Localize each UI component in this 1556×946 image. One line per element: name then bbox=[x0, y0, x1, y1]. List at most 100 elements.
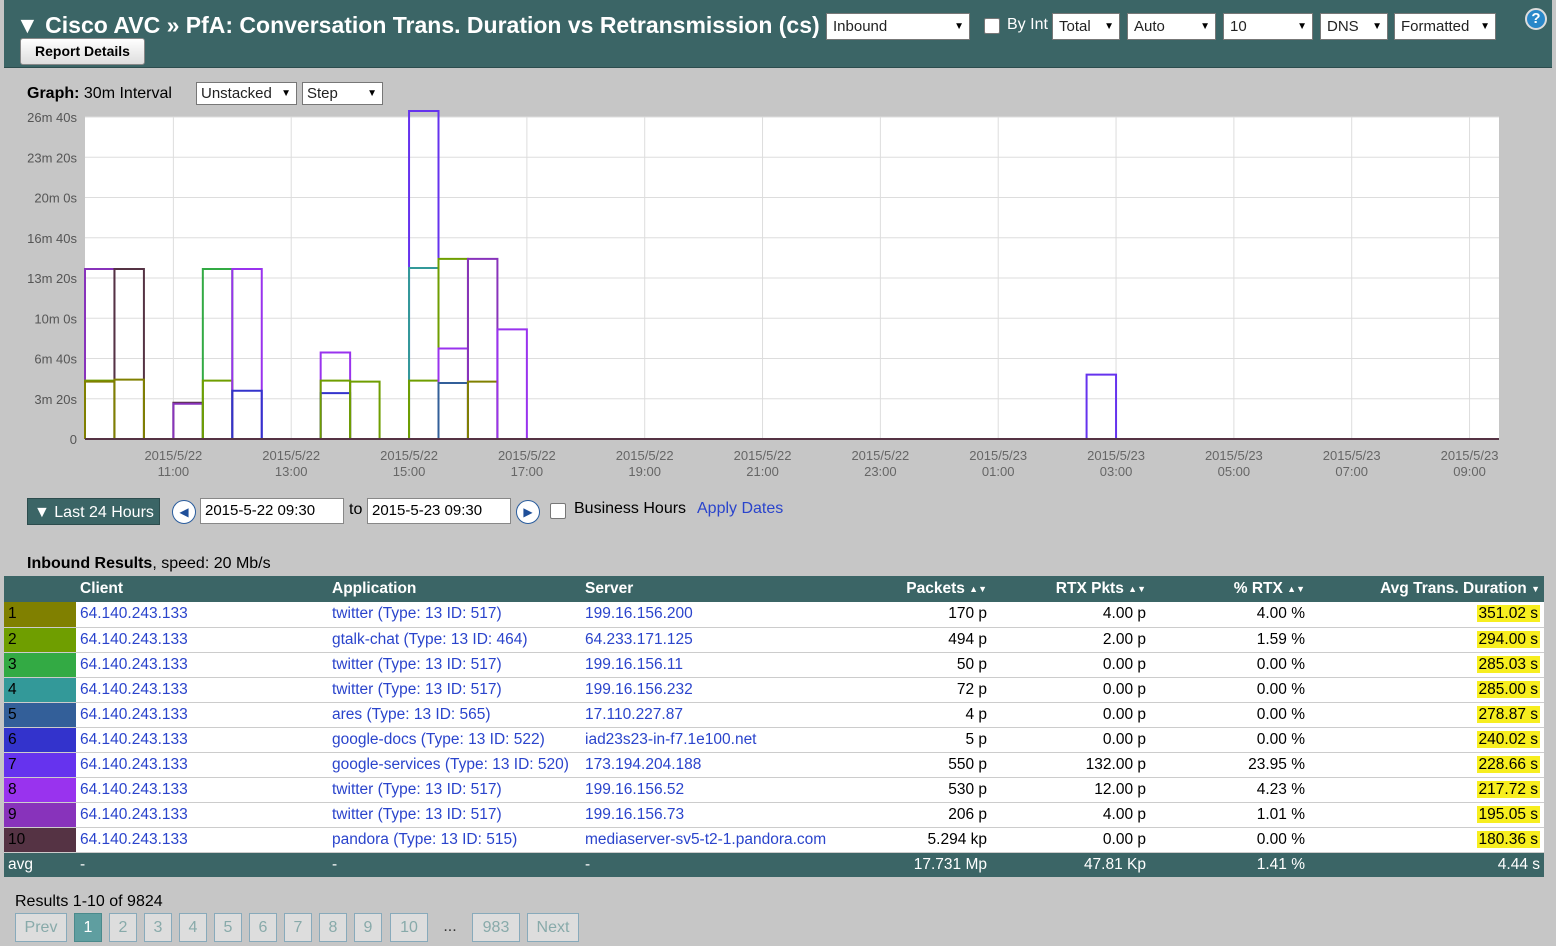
x-tick-date: 2015/5/22 bbox=[616, 448, 674, 463]
page-button[interactable]: 10 bbox=[390, 913, 428, 942]
server-link[interactable]: iad23s23-in-f7.1e100.net bbox=[581, 727, 836, 753]
apply-dates-link[interactable]: Apply Dates bbox=[697, 500, 783, 518]
application-link[interactable]: twitter (Type: 13 ID: 517) bbox=[328, 802, 581, 828]
rtx-pkts-column-header[interactable]: RTX Pkts ▲▼ bbox=[991, 576, 1150, 602]
format-select[interactable]: Formatted ▼ bbox=[1394, 13, 1496, 40]
x-tick-time: 15:00 bbox=[393, 464, 426, 479]
client-link[interactable]: 64.140.243.133 bbox=[76, 677, 328, 703]
scale-select[interactable]: Auto ▼ bbox=[1127, 13, 1216, 40]
application-column-header[interactable]: Application bbox=[328, 576, 581, 602]
application-link[interactable]: google-docs (Type: 13 ID: 522) bbox=[328, 727, 581, 753]
server-link[interactable]: 173.194.204.188 bbox=[581, 752, 836, 778]
packets-column-header[interactable]: Packets ▲▼ bbox=[836, 576, 991, 602]
application-link[interactable]: twitter (Type: 13 ID: 517) bbox=[328, 652, 581, 678]
avg-label: avg bbox=[4, 852, 76, 877]
help-icon[interactable]: ? bbox=[1525, 8, 1547, 30]
table-row: 6 64.140.243.133 google-docs (Type: 13 ID:… bbox=[4, 727, 1544, 753]
page-button[interactable]: 7 bbox=[284, 913, 312, 942]
client-link[interactable]: 64.140.243.133 bbox=[76, 802, 328, 828]
row-index-swatch: 10 bbox=[4, 827, 76, 853]
application-link[interactable]: twitter (Type: 13 ID: 517) bbox=[328, 777, 581, 803]
packets-cell: 530 p bbox=[836, 777, 991, 803]
x-tick-date: 2015/5/23 bbox=[969, 448, 1027, 463]
application-link[interactable]: google-services (Type: 13 ID: 520) bbox=[328, 752, 581, 778]
packets-cell: 494 p bbox=[836, 627, 991, 653]
y-tick-label: 26m 40s bbox=[27, 110, 77, 125]
pct-cell: 0.00 % bbox=[1150, 827, 1309, 853]
page-button[interactable]: 2 bbox=[109, 913, 137, 942]
server-link[interactable]: 199.16.156.11 bbox=[581, 652, 836, 678]
server-link[interactable]: 199.16.156.73 bbox=[581, 802, 836, 828]
avg-duration-cell: 285.03 s bbox=[1309, 652, 1544, 678]
x-tick-date: 2015/5/23 bbox=[1205, 448, 1263, 463]
avg-duration-column-header[interactable]: Avg Trans. Duration ▼ bbox=[1309, 576, 1544, 602]
client-link[interactable]: 64.140.243.133 bbox=[76, 777, 328, 803]
page-button[interactable]: 8 bbox=[319, 913, 347, 942]
server-link[interactable]: 199.16.156.52 bbox=[581, 777, 836, 803]
client-link[interactable]: 64.140.243.133 bbox=[76, 702, 328, 728]
rtx-cell: 0.00 p bbox=[991, 827, 1150, 853]
page-button[interactable]: 1 bbox=[74, 913, 102, 942]
client-link[interactable]: 64.140.243.133 bbox=[76, 602, 328, 628]
client-link[interactable]: 64.140.243.133 bbox=[76, 752, 328, 778]
resolve-select[interactable]: DNS ▼ bbox=[1320, 13, 1388, 40]
avg-pct-rtx: 1.41 % bbox=[1150, 852, 1309, 877]
line-style-select[interactable]: Step ▼ bbox=[302, 82, 383, 105]
y-axis: 0 3m 20s 6m 40s 10m 0s 13m 20s 16m 40s 20m 0s 2… bbox=[27, 110, 77, 447]
row-index-swatch: 5 bbox=[4, 702, 76, 728]
prev-page-button[interactable]: Prev bbox=[15, 913, 67, 942]
end-date-input[interactable]: 2015-5-23 09:30 bbox=[367, 498, 511, 524]
results-count: Results 1-10 of 9824 bbox=[15, 893, 163, 910]
range-preset-dropdown[interactable]: ▼ Last 24 Hours bbox=[27, 498, 160, 525]
by-int-checkbox[interactable] bbox=[984, 18, 1000, 34]
avg-duration-value: 278.87 s bbox=[1476, 705, 1540, 723]
aggregation-select[interactable]: Total ▼ bbox=[1052, 13, 1120, 40]
start-date-input[interactable]: 2015-5-22 09:30 bbox=[200, 498, 344, 524]
page-button[interactable]: 3 bbox=[144, 913, 172, 942]
last-page-button[interactable]: 983 bbox=[472, 913, 520, 942]
chevron-down-icon: ▼ bbox=[367, 88, 377, 99]
application-link[interactable]: ares (Type: 13 ID: 565) bbox=[328, 702, 581, 728]
client-link[interactable]: 64.140.243.133 bbox=[76, 827, 328, 853]
x-tick-date: 2015/5/22 bbox=[851, 448, 909, 463]
stack-mode-select[interactable]: Unstacked ▼ bbox=[196, 82, 297, 105]
server-link[interactable]: 199.16.156.200 bbox=[581, 602, 836, 628]
application-link[interactable]: gtalk-chat (Type: 13 ID: 464) bbox=[328, 627, 581, 653]
pct-rtx-column-header[interactable]: % RTX ▲▼ bbox=[1150, 576, 1309, 602]
application-link[interactable]: pandora (Type: 13 ID: 515) bbox=[328, 827, 581, 853]
application-link[interactable]: twitter (Type: 13 ID: 517) bbox=[328, 677, 581, 703]
x-tick-date: 2015/5/22 bbox=[144, 448, 202, 463]
page-button[interactable]: 6 bbox=[249, 913, 277, 942]
avg-duration-cell: 278.87 s bbox=[1309, 702, 1544, 728]
rtx-cell: 0.00 p bbox=[991, 652, 1150, 678]
report-details-button[interactable]: Report Details bbox=[20, 38, 145, 65]
server-link[interactable]: 199.16.156.232 bbox=[581, 677, 836, 703]
x-tick-time: 23:00 bbox=[864, 464, 897, 479]
client-link[interactable]: 64.140.243.133 bbox=[76, 652, 328, 678]
page-button[interactable]: 9 bbox=[354, 913, 382, 942]
avg-duration-value: 228.66 s bbox=[1476, 755, 1540, 773]
client-column-header[interactable]: Client bbox=[76, 576, 328, 602]
chevron-down-icon: ▼ bbox=[1297, 21, 1307, 32]
packets-cell: 170 p bbox=[836, 602, 991, 628]
x-tick-date: 2015/5/23 bbox=[1087, 448, 1145, 463]
application-link[interactable]: twitter (Type: 13 ID: 517) bbox=[328, 602, 581, 628]
report-title[interactable]: ▼ Cisco AVC » PfA: Conversation Trans. D… bbox=[16, 12, 820, 39]
direction-select[interactable]: Inbound ▼ bbox=[826, 13, 970, 40]
next-range-icon[interactable]: ▶ bbox=[516, 500, 540, 524]
avg-duration-value: 217.72 s bbox=[1476, 780, 1540, 798]
client-link[interactable]: 64.140.243.133 bbox=[76, 727, 328, 753]
server-link[interactable]: mediaserver-sv5-t2-1.pandora.com bbox=[581, 827, 836, 853]
page-button[interactable]: 5 bbox=[214, 913, 242, 942]
page-button[interactable]: 4 bbox=[179, 913, 207, 942]
top-n-select[interactable]: 10 ▼ bbox=[1223, 13, 1313, 40]
y-tick-label: 23m 20s bbox=[27, 150, 77, 165]
server-link[interactable]: 64.233.171.125 bbox=[581, 627, 836, 653]
business-hours-checkbox[interactable] bbox=[550, 503, 566, 519]
chevron-down-icon: ▼ bbox=[954, 21, 964, 32]
client-link[interactable]: 64.140.243.133 bbox=[76, 627, 328, 653]
next-page-button[interactable]: Next bbox=[527, 913, 579, 942]
server-link[interactable]: 17.110.227.87 bbox=[581, 702, 836, 728]
prev-range-icon[interactable]: ◀ bbox=[172, 500, 196, 524]
server-column-header[interactable]: Server bbox=[581, 576, 836, 602]
